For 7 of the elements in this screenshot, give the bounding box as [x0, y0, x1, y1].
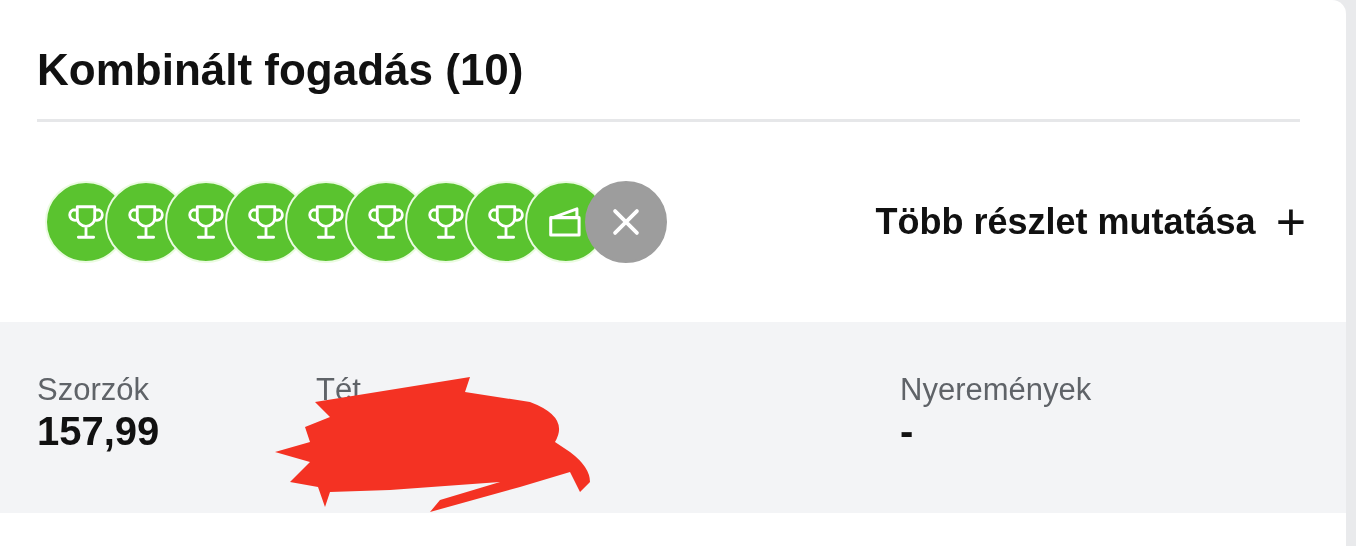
- more-details-toggle[interactable]: Több részlet mutatása +: [875, 194, 1306, 249]
- summary-label: Nyeremények: [900, 371, 1092, 408]
- plus-icon: +: [1275, 195, 1306, 248]
- summary-value: 157,99: [37, 408, 160, 456]
- bet-title: Kombinált fogadás (10): [36, 44, 525, 96]
- summary-label: Szorzók: [37, 371, 149, 408]
- summary-value: -: [900, 408, 914, 456]
